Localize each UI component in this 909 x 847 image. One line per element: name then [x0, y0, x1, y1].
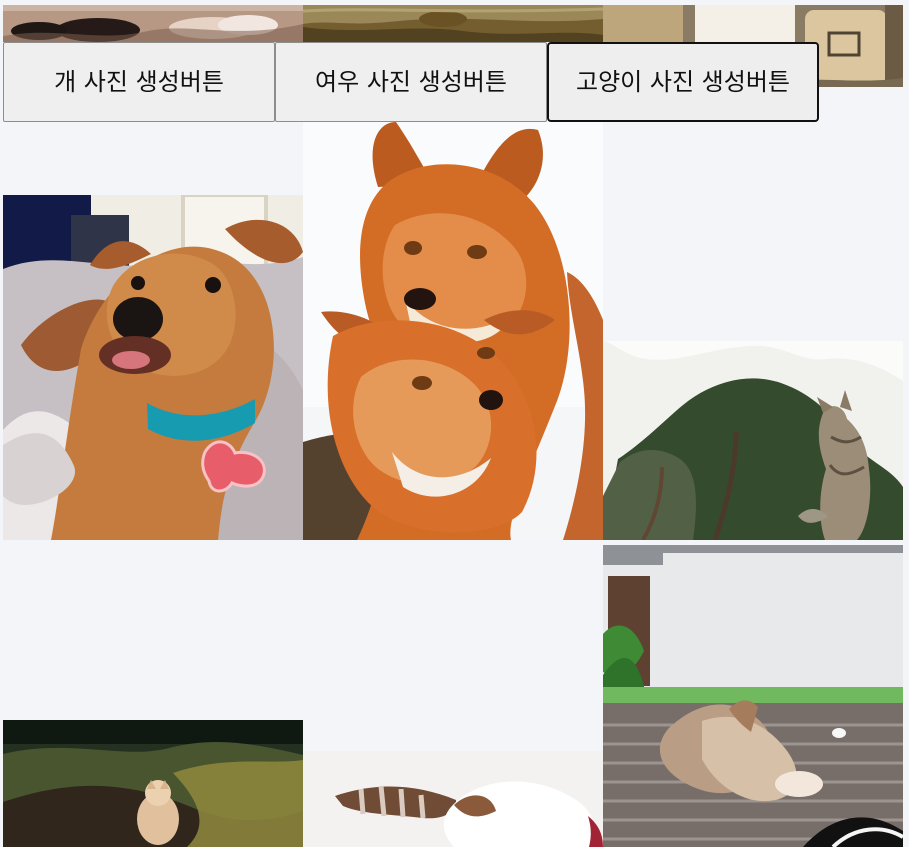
dog-photo-top-left-image — [3, 5, 303, 42]
dog-photo-deck — [603, 545, 903, 847]
animal-photo-page: 개 사진 생성버튼 여우 사진 생성버튼 고양이 사진 생성버튼 — [0, 0, 909, 847]
fox-photo-top-middle-image — [303, 5, 603, 42]
cat-photo-bottom-middle-image — [303, 751, 603, 847]
dog-photo-main — [3, 195, 303, 540]
generate-dog-photo-button[interactable]: 개 사진 생성버튼 — [3, 42, 275, 122]
fox-photo-top-middle — [303, 5, 603, 42]
fox-photo-main — [303, 122, 603, 540]
cat-photo-tree — [603, 341, 903, 540]
fox-photo-main-image — [303, 122, 603, 540]
cat-photo-bottom-middle — [303, 751, 603, 847]
cat-photo-tree-image — [603, 341, 903, 540]
generate-fox-photo-button[interactable]: 여우 사진 생성버튼 — [275, 42, 547, 122]
dog-photo-bottom-left-image — [3, 720, 303, 847]
dog-photo-main-image — [3, 195, 303, 540]
dog-photo-deck-image — [603, 545, 903, 847]
dog-photo-top-left — [3, 5, 303, 42]
dog-photo-bottom-left — [3, 720, 303, 847]
animal-button-bar: 개 사진 생성버튼 여우 사진 생성버튼 고양이 사진 생성버튼 — [3, 42, 819, 122]
generate-cat-photo-button[interactable]: 고양이 사진 생성버튼 — [547, 42, 819, 122]
